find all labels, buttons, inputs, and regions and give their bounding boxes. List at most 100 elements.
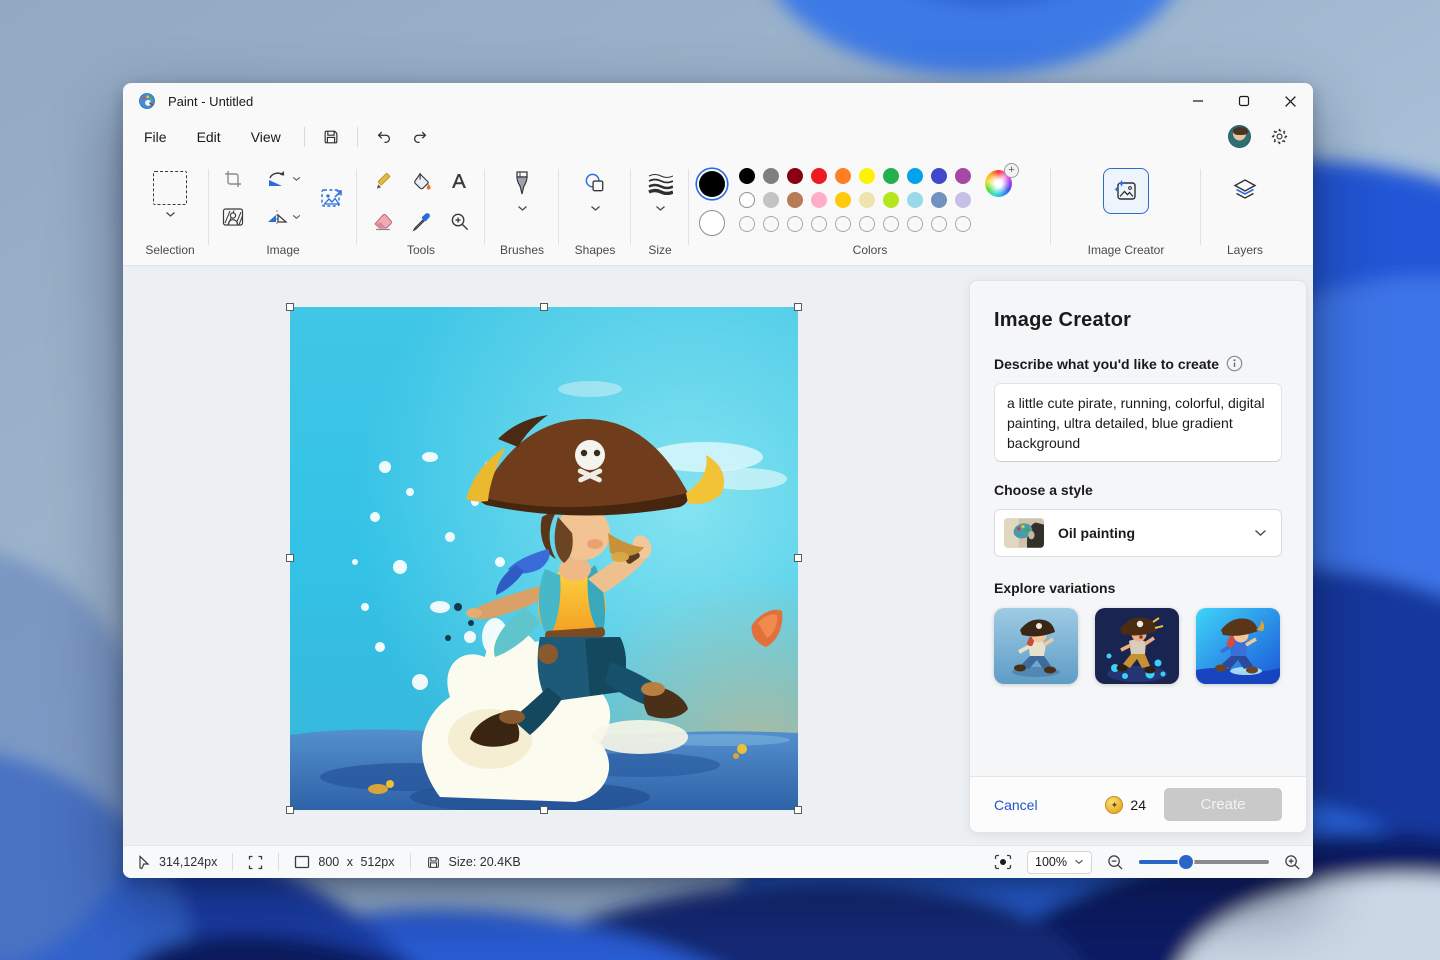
zoom-slider-thumb[interactable]	[1179, 855, 1193, 869]
shapes-button[interactable]	[583, 168, 608, 198]
color-swatch[interactable]	[955, 192, 971, 208]
cancel-button[interactable]: Cancel	[994, 797, 1038, 813]
variation-thumbnail-3[interactable]	[1196, 608, 1280, 684]
color-swatch[interactable]	[811, 168, 827, 184]
selection-handle-sw[interactable]	[286, 806, 294, 814]
selection-handle-s[interactable]	[540, 806, 548, 814]
empty-color-swatch[interactable]	[763, 216, 779, 232]
empty-color-swatch[interactable]	[835, 216, 851, 232]
empty-color-swatch[interactable]	[859, 216, 875, 232]
menu-view[interactable]: View	[236, 124, 296, 150]
zoom-out-button[interactable]	[1107, 854, 1124, 871]
color-swatch[interactable]	[931, 192, 947, 208]
color-swatch[interactable]	[763, 192, 779, 208]
pencil-tool-button[interactable]	[366, 164, 400, 198]
selection-dropdown[interactable]	[165, 211, 176, 218]
selection-handle-e[interactable]	[794, 554, 802, 562]
color-swatch[interactable]	[859, 192, 875, 208]
style-dropdown[interactable]: Oil painting	[994, 509, 1282, 557]
color-swatch[interactable]	[907, 192, 923, 208]
rotate-button[interactable]	[266, 166, 301, 192]
redo-button[interactable]	[402, 123, 438, 151]
color-swatch[interactable]	[811, 192, 827, 208]
create-button[interactable]: Create	[1164, 788, 1282, 821]
shapes-dropdown[interactable]	[590, 205, 601, 212]
menu-file[interactable]: File	[129, 124, 182, 150]
minimize-icon	[1192, 95, 1204, 107]
credits-coin-icon	[1105, 796, 1123, 814]
settings-button[interactable]	[1261, 123, 1297, 151]
selection-handle-w[interactable]	[286, 554, 294, 562]
fit-to-screen-icon[interactable]	[994, 854, 1012, 870]
edit-colors-button[interactable]: +	[985, 170, 1012, 197]
color-swatch[interactable]	[787, 168, 803, 184]
color-swatch[interactable]	[739, 168, 755, 184]
variation-thumbnail-2[interactable]	[1095, 608, 1179, 684]
color-swatch[interactable]	[955, 168, 971, 184]
color-swatch[interactable]	[907, 168, 923, 184]
image-creator-panel: Image Creator Describe what you'd like t…	[969, 280, 1307, 833]
color-swatch[interactable]	[739, 192, 755, 208]
empty-color-swatch[interactable]	[955, 216, 971, 232]
remove-background-button[interactable]	[222, 204, 244, 230]
undo-button[interactable]	[366, 123, 402, 151]
selection-handle-ne[interactable]	[794, 303, 802, 311]
info-icon[interactable]	[1226, 355, 1243, 372]
cursor-position: 314,124px	[137, 855, 217, 870]
minimize-button[interactable]	[1175, 83, 1221, 119]
empty-color-swatch[interactable]	[739, 216, 755, 232]
size-button[interactable]	[647, 168, 673, 198]
paint-app-icon	[138, 92, 156, 110]
flip-button[interactable]	[266, 204, 301, 230]
close-button[interactable]	[1267, 83, 1313, 119]
shapes-icon	[583, 171, 608, 196]
variations-label: Explore variations	[994, 580, 1282, 596]
variation-thumbnail-1[interactable]	[994, 608, 1078, 684]
layers-button[interactable]	[1231, 176, 1259, 204]
brushes-button[interactable]	[512, 168, 532, 198]
fill-tool-button[interactable]	[404, 164, 438, 198]
group-label-image: Image	[266, 243, 299, 257]
empty-color-swatch[interactable]	[811, 216, 827, 232]
color-swatch[interactable]	[883, 168, 899, 184]
selection-handle-se[interactable]	[794, 806, 802, 814]
text-tool-button[interactable]	[442, 164, 476, 198]
color-swatch[interactable]	[883, 192, 899, 208]
zoom-in-button[interactable]	[1284, 854, 1301, 871]
resize-image-button[interactable]	[311, 166, 355, 230]
color-swatch[interactable]	[859, 168, 875, 184]
describe-label: Describe what you'd like to create	[994, 356, 1219, 372]
prompt-input[interactable]: a little cute pirate, running, colorful,…	[994, 383, 1282, 462]
user-avatar[interactable]	[1228, 125, 1251, 148]
empty-color-swatch[interactable]	[907, 216, 923, 232]
save-button[interactable]	[313, 123, 349, 151]
magnifier-tool-button[interactable]	[442, 204, 476, 238]
color-swatch[interactable]	[787, 192, 803, 208]
color-picker-tool-button[interactable]	[404, 204, 438, 238]
size-dropdown[interactable]	[655, 205, 666, 212]
eraser-tool-button[interactable]	[366, 204, 400, 238]
background-color-swatch[interactable]	[699, 210, 725, 236]
color-swatch[interactable]	[763, 168, 779, 184]
selection-handle-nw[interactable]	[286, 303, 294, 311]
crop-button[interactable]	[223, 166, 243, 192]
selection-handle-n[interactable]	[540, 303, 548, 311]
close-icon	[1284, 95, 1297, 108]
empty-color-swatch[interactable]	[931, 216, 947, 232]
canvas-image[interactable]	[290, 307, 798, 810]
zoom-level-select[interactable]: 100%	[1027, 851, 1092, 874]
maximize-button[interactable]	[1221, 83, 1267, 119]
brushes-dropdown[interactable]	[517, 205, 528, 212]
color-swatch[interactable]	[931, 168, 947, 184]
empty-color-swatch[interactable]	[787, 216, 803, 232]
menu-bar: File Edit View	[123, 119, 1313, 154]
image-creator-button[interactable]	[1103, 168, 1149, 214]
selection-tool-icon[interactable]	[153, 171, 187, 205]
foreground-color-swatch[interactable]	[699, 171, 725, 197]
zoom-slider[interactable]	[1139, 855, 1269, 869]
empty-color-swatch[interactable]	[883, 216, 899, 232]
color-swatch[interactable]	[835, 168, 851, 184]
menu-edit[interactable]: Edit	[182, 124, 236, 150]
panel-title: Image Creator	[994, 309, 1282, 332]
color-swatch[interactable]	[835, 192, 851, 208]
